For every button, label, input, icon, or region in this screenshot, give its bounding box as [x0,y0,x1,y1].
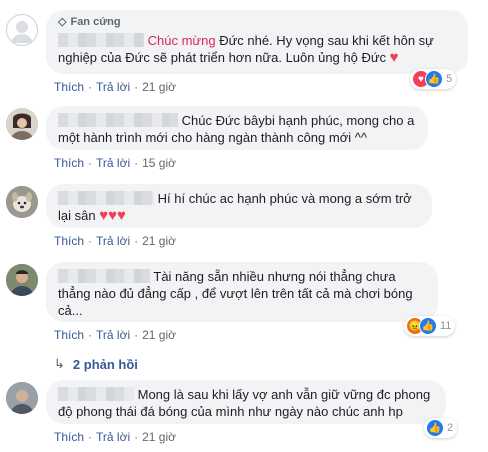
like-link[interactable]: Thích [54,430,84,444]
diamond-icon: ◇ [58,16,67,28]
reply-link[interactable]: Trả lời [96,80,130,94]
heart-icon: ♥ [99,207,109,224]
like-link[interactable]: Thích [54,80,84,94]
like-link[interactable]: Thích [54,328,84,342]
heart-icon: ♥ [117,207,126,224]
comment-actions: Thích · Trả lời · 21 giờ [54,328,176,342]
author-name[interactable] [58,269,150,283]
view-replies-link[interactable]: ↳ 2 phản hồi [54,356,138,372]
fan-badge: ◇ Fan cứng [58,14,456,31]
avatar[interactable] [6,186,38,218]
timestamp[interactable]: 21 giờ [142,80,176,94]
reply-link[interactable]: Trả lời [96,234,130,248]
reply-link[interactable]: Trả lời [96,328,130,342]
timestamp[interactable]: 21 giờ [142,328,176,342]
timestamp[interactable]: 21 giờ [142,234,176,248]
author-name[interactable] [58,33,144,47]
reaction-summary[interactable]: 😠 👍 11 [404,316,456,336]
like-link[interactable]: Thích [54,156,84,170]
comment-bubble: Mong là sau khi lấy vợ anh vẫn giữ vững … [46,380,446,424]
like-icon: 👍 [419,317,437,335]
author-name[interactable] [58,191,154,205]
comment-bubble: Tài năng sẵn nhiều nhưng nói thẳng chưa … [46,262,438,322]
avatar[interactable] [6,14,38,46]
like-icon: 👍 [425,70,443,88]
reply-arrow-icon: ↳ [54,356,65,371]
comment-actions: Thích · Trả lời · 21 giờ [54,80,176,94]
comment-bubble: ◇ Fan cứng Chúc mừng Đức nhé. Hy vọng sa… [46,10,468,74]
comment-bubble: Hí hí chúc ac hạnh phúc và mong a sớm tr… [46,184,432,228]
comment-actions: Thích · Trả lời · 21 giờ [54,234,176,248]
timestamp[interactable]: 21 giờ [142,430,176,444]
comment-bubble: Chúc Đức bâybi hạnh phúc, mong cho a một… [46,106,428,150]
author-name[interactable] [58,113,178,127]
heart-icon: ♥ [108,207,118,224]
comment-actions: Thích · Trả lời · 15 giờ [54,156,176,170]
comment-actions: Thích · Trả lời · 21 giờ [54,430,176,444]
timestamp[interactable]: 15 giờ [142,156,176,170]
avatar[interactable] [6,264,38,296]
reaction-summary[interactable]: 👍 2 [424,418,458,438]
highlight-text: Chúc mừng [147,33,216,48]
avatar[interactable] [6,108,38,140]
like-icon: 👍 [426,419,444,437]
like-link[interactable]: Thích [54,234,84,248]
reply-link[interactable]: Trả lời [96,430,130,444]
avatar[interactable] [6,382,38,414]
reply-link[interactable]: Trả lời [96,156,130,170]
reaction-summary[interactable]: ♥ 👍 5 [410,69,457,89]
author-name[interactable] [58,387,134,401]
heart-icon: ♥ [389,49,399,66]
